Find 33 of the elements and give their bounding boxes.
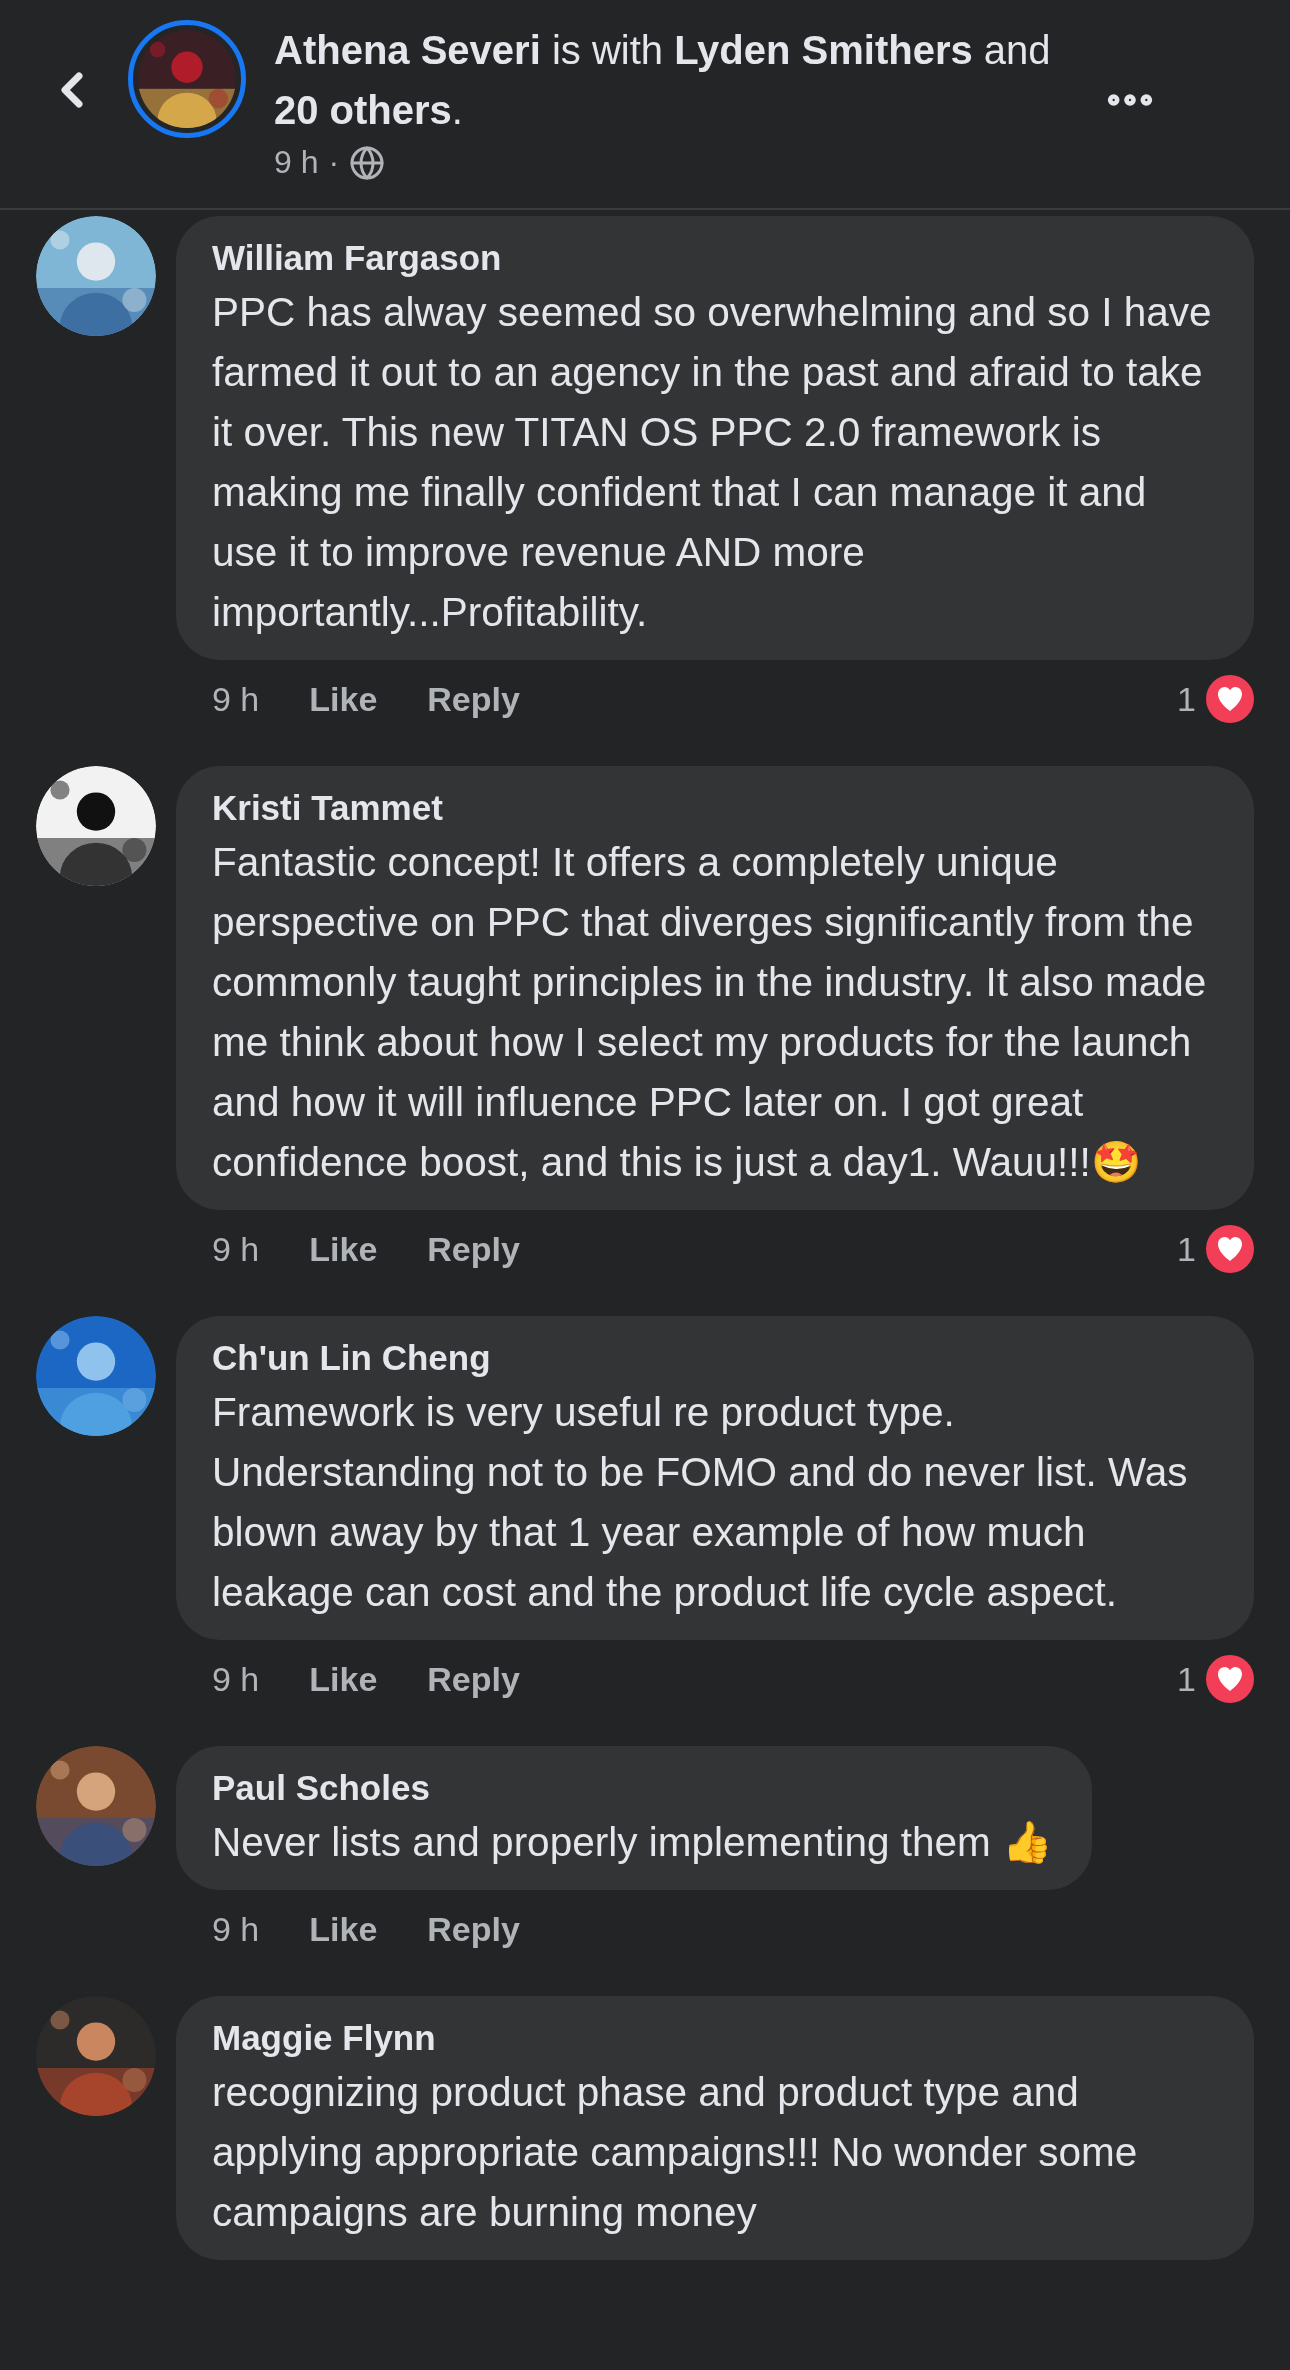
reaction-count: 1 [1177, 1229, 1196, 1269]
author-name[interactable]: Paul Scholes [212, 1764, 1053, 1812]
comment-time: 9 h [212, 679, 260, 719]
author-name[interactable]: Maggie Flynn [212, 2014, 1214, 2062]
reply-link[interactable]: Reply [427, 1909, 520, 1949]
heart-reaction-icon [1206, 675, 1254, 723]
reply-link[interactable]: Reply [427, 1229, 520, 1269]
reply-link[interactable]: Reply [427, 1659, 520, 1699]
avatar-ring[interactable] [128, 20, 246, 138]
comment-text: Framework is very useful re product type. Understanding not to be FOMO and do never list. Was blown away by that 1 year example of how much leakage can cost and the product life cycle aspect. [212, 1388, 1189, 1617]
reaction-count: 1 [1177, 679, 1196, 719]
separator-dot: · [328, 144, 340, 181]
heart-reaction-icon [1206, 1655, 1254, 1703]
comment-text: Never lists and properly implementing them 👍 [212, 1818, 1053, 1867]
author-name[interactable]: William Fargason [212, 234, 1214, 282]
comment-time: 9 h [212, 1659, 260, 1699]
heart-reaction-icon [1206, 1225, 1254, 1273]
author-name[interactable]: Ch'un Lin Cheng [212, 1334, 1214, 1382]
like-link[interactable]: Like [309, 1229, 378, 1269]
comment-time: 9 h [212, 1229, 260, 1269]
comment-text: Fantastic concept! It offers a completely unique perspective on PPC that diverges significantly from the commonly taught principles in the industry. It also made me think about how I select my products for the launch and how it will influence PPC later on. I got great confidence boost, and this is just a day1. Wauu!!!🤩 [212, 838, 1208, 1187]
reaction-count: 1 [1177, 1659, 1196, 1699]
comment-text: PPC has alway seemed so overwhelming and so I have farmed it out to an agency in the past and afraid to take it over. This new TITAN OS PPC 2.0 framework is making me finally confident that I can manage it and use it to improve revenue AND more importantly...Profitability. [212, 288, 1213, 637]
post-time: 9 h [274, 144, 319, 181]
reply-link[interactable]: Reply [427, 679, 520, 719]
comment-text: recognizing product phase and product type and applying appropriate campaigns!!! No wonder some campaigns are burning money [212, 2068, 1139, 2237]
author-name[interactable]: Kristi Tammet [212, 784, 1214, 832]
post-title: Athena Severi is with Lyden Smithers and 20 others. [274, 27, 1052, 134]
like-link[interactable]: Like [309, 679, 378, 719]
comment-time: 9 h [212, 1909, 260, 1949]
like-link[interactable]: Like [309, 1659, 378, 1699]
globe-icon [349, 144, 386, 181]
like-link[interactable]: Like [309, 1909, 378, 1949]
